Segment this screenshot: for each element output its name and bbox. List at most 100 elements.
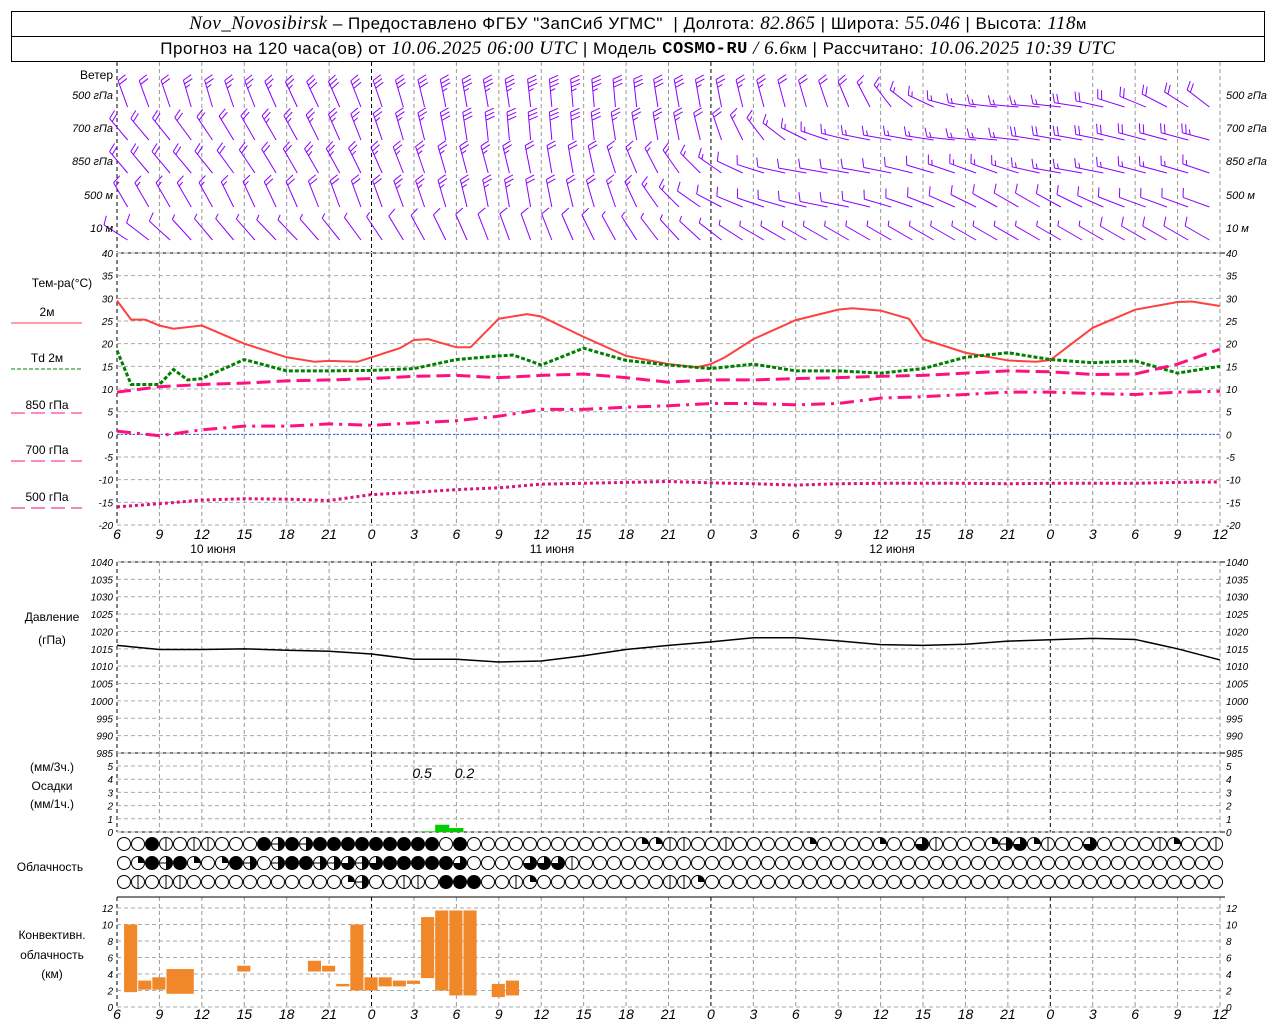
- wind-barb-feather: [218, 108, 226, 117]
- time-tick-bottom: 6: [1131, 1006, 1139, 1022]
- wind-barb: [1097, 187, 1125, 208]
- wind-barb-feather: [396, 78, 405, 85]
- cloud-circle: [285, 856, 299, 870]
- wind-barb-staff: [760, 225, 786, 241]
- wind-barb-staff: [432, 214, 447, 241]
- wind-level-label-right: 700 гПа: [1226, 123, 1267, 135]
- wind-barb-half-feather: [442, 87, 448, 92]
- cloud-symbol: [285, 875, 299, 889]
- wind-barb-half-feather: [287, 117, 292, 123]
- cloud-circle: [761, 837, 775, 851]
- wind-barb-half-feather: [1099, 161, 1102, 168]
- wind-barb-feather: [819, 192, 822, 202]
- convective-cloud-bar: [166, 969, 194, 994]
- cloud-symbol: [159, 837, 173, 851]
- wind-barb-staff: [1100, 225, 1125, 241]
- cloud-symbol: [1083, 837, 1097, 851]
- wind-barb: [285, 74, 298, 108]
- cloud-symbol: [397, 856, 411, 870]
- 2-ytick-right: 3: [1226, 788, 1232, 799]
- cloud-circle: [649, 856, 663, 870]
- wind-barb-half-feather: [1056, 163, 1059, 169]
- wind-barb: [459, 140, 469, 174]
- wind-barb-half-feather: [674, 117, 680, 121]
- 4-ytick-left: 6: [107, 954, 113, 965]
- wind-barb: [735, 74, 746, 108]
- wind-barb-staff: [130, 118, 150, 141]
- wind-barb-feather: [440, 111, 450, 117]
- cloud-symbol: [1097, 837, 1111, 851]
- wind-barb-staff: [873, 84, 892, 108]
- wind-barb-feather: [1184, 216, 1188, 227]
- wind-barb-feather: [441, 115, 451, 121]
- wind-barb-staff: [327, 81, 341, 108]
- cloud-circle: [495, 837, 509, 851]
- cloud-symbol: [1195, 856, 1209, 870]
- 0-ytick-right: -5: [1226, 453, 1235, 464]
- wind-barb: [264, 74, 277, 108]
- wind-barb-staff: [696, 193, 722, 208]
- cloud-symbol: [691, 875, 705, 889]
- wind-barb-feather: [219, 145, 226, 154]
- cloud-circle: [901, 875, 915, 889]
- wind-barb-feather: [415, 174, 424, 181]
- wind-barb-feather: [907, 85, 910, 96]
- conv-subtitle: облачность: [20, 948, 84, 962]
- wind-barb-staff: [366, 216, 383, 241]
- cloud-symbol: [467, 856, 481, 870]
- cloud-circle: [355, 837, 369, 851]
- cloud-circle: [915, 856, 929, 870]
- wind-barb: [840, 158, 871, 174]
- wind-barb-feather: [675, 82, 685, 88]
- cloud-symbol: [425, 856, 439, 870]
- 1-ytick-right: 990: [1226, 732, 1243, 743]
- cloud-symbol: [145, 837, 159, 851]
- cloud-symbol: [271, 875, 285, 889]
- cloud-symbol: [1181, 875, 1195, 889]
- wind-barb: [174, 109, 192, 141]
- wind-barb: [883, 156, 913, 174]
- 1-ytick-left: 995: [96, 714, 113, 725]
- wind-barb-feather: [1121, 216, 1124, 227]
- cloud-circle: [887, 837, 901, 851]
- wind-barb-half-feather: [601, 210, 606, 216]
- wind-barb-staff: [215, 218, 235, 241]
- cloud-circle: [621, 837, 635, 851]
- cloud-circle: [425, 856, 439, 870]
- wind-barb-half-feather: [993, 220, 996, 227]
- 4-ytick-left: 12: [102, 904, 114, 915]
- 2-ytick-right: 1: [1226, 815, 1232, 826]
- cloud-circle: [509, 856, 523, 870]
- cloud-circle: [985, 875, 999, 889]
- cloud-circle: [873, 875, 887, 889]
- wind-barb-staff: [885, 197, 913, 208]
- wind-barb: [196, 108, 213, 141]
- wind-barb: [1119, 86, 1146, 108]
- wind-barb-staff: [625, 146, 638, 174]
- cloud-symbol: [943, 856, 957, 870]
- wind-barb: [621, 211, 638, 241]
- cloud-circle: [789, 856, 803, 870]
- wind-barb-feather: [154, 146, 160, 155]
- wind-barb: [993, 220, 1019, 241]
- cloud-symbol: [341, 875, 355, 889]
- wind-barb-staff: [461, 79, 468, 108]
- wind-barb-feather: [111, 113, 118, 122]
- cloud-quarter: [194, 856, 201, 863]
- cloud-circle: [677, 856, 691, 870]
- pressure-title: Давление: [25, 610, 80, 624]
- wind-barb-feather: [463, 82, 473, 88]
- cloud-symbol: [523, 875, 537, 889]
- cloud-symbol: [1209, 875, 1223, 889]
- wind-barb-feather: [570, 107, 580, 113]
- wind-barb-staff: [694, 79, 701, 108]
- wind-level-label-right: 500 м: [1226, 190, 1255, 202]
- wind-barb-half-feather: [1121, 161, 1124, 167]
- wind-barb-feather: [1056, 126, 1059, 136]
- wind-barb-feather: [634, 82, 644, 88]
- wind-barb-feather: [756, 157, 759, 167]
- wind-barb-feather: [926, 90, 929, 100]
- wind-barb: [417, 107, 428, 141]
- wind-barb-staff: [624, 181, 638, 208]
- cloud-symbol: [789, 837, 803, 851]
